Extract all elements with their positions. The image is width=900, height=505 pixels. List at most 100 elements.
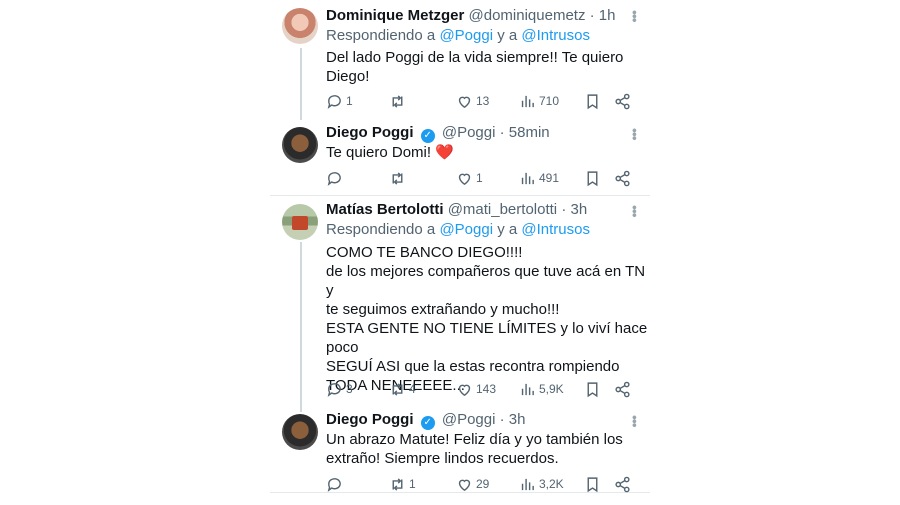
author-handle[interactable]: @mati_bertolotti (448, 201, 557, 218)
views-icon (521, 95, 534, 107)
tweet-time[interactable]: · 1h (590, 7, 616, 24)
mention-link[interactable]: @Intrusos (521, 221, 590, 238)
tweet-text: COMO TE BANCO DIEGO!!!! de los mejores c… (326, 243, 648, 395)
bookmark-icon (587, 93, 598, 109)
author-handle[interactable]: @Poggi (442, 411, 496, 428)
like-button[interactable]: 1 (456, 168, 483, 188)
more-icon[interactable]: ••• (627, 205, 643, 217)
retweet-icon (392, 382, 403, 396)
more-icon[interactable]: ••• (627, 128, 643, 140)
thread-line (300, 242, 302, 412)
retweet-button[interactable]: 1 (389, 474, 416, 494)
bookmark-icon (587, 476, 598, 492)
retweet-button[interactable] (389, 168, 409, 188)
author-name[interactable]: Matías Bertolotti (326, 201, 444, 218)
tweet-text: Un abrazo Matute! Feliz día y yo también… (326, 430, 648, 468)
tweet-text-line: Del lado Poggi de la vida siempre!! Te q… (326, 49, 624, 66)
thread-line (300, 48, 302, 120)
tweet-thread: Dominique Metzger @dominiquemetz · 1h ••… (270, 0, 650, 493)
avatar[interactable] (282, 414, 318, 450)
bookmark-icon (587, 381, 598, 397)
views-count: 5,9K (539, 382, 564, 396)
reply-button[interactable]: 1 (326, 91, 353, 111)
like-button[interactable]: 143 (456, 379, 496, 399)
bookmark-button[interactable] (584, 168, 601, 188)
reply-button[interactable] (326, 168, 346, 188)
retweet-button[interactable]: 4 (389, 379, 416, 399)
tweet-text-line: extraño! Siempre lindos recuerdos. (326, 450, 559, 467)
replying-joiner: y a (497, 221, 518, 238)
views-button[interactable]: 3,2K (519, 474, 564, 494)
views-count: 491 (539, 171, 560, 185)
author-handle[interactable]: @dominiquemetz (469, 7, 586, 24)
reply-count: 3 (346, 382, 353, 396)
share-icon (615, 93, 630, 109)
reply-button[interactable] (326, 474, 346, 494)
reply-button[interactable]: 3 (326, 379, 353, 399)
tweet-text: Te quiero Domi! ❤️ (326, 143, 648, 162)
reply-icon (327, 94, 341, 109)
views-button[interactable]: 5,9K (519, 379, 564, 399)
share-button[interactable] (614, 474, 631, 494)
share-button[interactable] (614, 91, 631, 111)
tweet-header: Diego Poggi ✓ @Poggi · 58min (326, 123, 550, 143)
reply-icon (327, 477, 341, 492)
views-button[interactable]: 491 (519, 168, 559, 188)
bookmark-button[interactable] (584, 379, 601, 399)
share-icon (615, 170, 630, 186)
tweet-time[interactable]: · 3h (500, 411, 526, 428)
author-handle[interactable]: @Poggi (442, 124, 496, 141)
views-button[interactable]: 710 (519, 91, 559, 111)
mention-link[interactable]: @Intrusos (521, 27, 590, 44)
heart-icon (458, 384, 471, 396)
reply-icon (327, 171, 341, 186)
verified-badge-icon: ✓ (420, 129, 435, 143)
reply-count: 1 (346, 94, 353, 108)
tweet-header: Matías Bertolotti @mati_bertolotti · 3h (326, 200, 587, 220)
author-name[interactable]: Dominique Metzger (326, 7, 464, 24)
mention-link[interactable]: @Poggi (439, 27, 493, 44)
replying-to: Respondiendo a @Poggi y a @Intrusos (326, 26, 590, 46)
more-icon[interactable]: ••• (627, 415, 643, 427)
replying-to: Respondiendo a @Poggi y a @Intrusos (326, 220, 590, 240)
share-button[interactable] (614, 379, 631, 399)
bookmark-button[interactable] (584, 91, 601, 111)
tweet-text: Del lado Poggi de la vida siempre!! Te q… (326, 48, 648, 86)
tweet-time[interactable]: · 3h (561, 201, 587, 218)
tweet-time[interactable]: · 58min (500, 124, 550, 141)
heart-icon (458, 96, 471, 108)
mention-link[interactable]: @Poggi (439, 221, 493, 238)
heart-icon (458, 173, 471, 185)
views-icon (521, 478, 534, 490)
tweet-actions: 1 29 3,2K (326, 474, 636, 494)
like-count: 29 (476, 477, 490, 491)
like-button[interactable]: 29 (456, 474, 489, 494)
tweet-header: Dominique Metzger @dominiquemetz · 1h (326, 6, 616, 26)
retweet-icon (392, 477, 403, 491)
heart-icon (458, 479, 471, 491)
retweet-count: 1 (409, 477, 416, 491)
reply-icon (327, 382, 341, 397)
tweet-actions: 1 13 710 (326, 91, 636, 111)
thread-divider (270, 195, 650, 196)
author-name[interactable]: Diego Poggi (326, 411, 414, 428)
tweet-text-line: Te quiero Domi! (326, 144, 432, 161)
tweet-text-line: ESTA GENTE NO TIENE LÍMITES y lo viví ha… (326, 320, 648, 337)
tweet-actions: 1 491 (326, 168, 636, 188)
heart-emoji: ❤️ (435, 144, 454, 161)
bookmark-button[interactable] (584, 474, 601, 494)
avatar[interactable] (282, 204, 318, 240)
author-name[interactable]: Diego Poggi (326, 124, 414, 141)
like-button[interactable]: 13 (456, 91, 489, 111)
retweet-icon (392, 94, 403, 108)
avatar[interactable] (282, 8, 318, 44)
avatar[interactable] (282, 127, 318, 163)
more-icon[interactable]: ••• (627, 10, 643, 22)
replying-joiner: y a (497, 27, 518, 44)
share-button[interactable] (614, 168, 631, 188)
like-count: 13 (476, 94, 490, 108)
tweet-text-line: COMO TE BANCO DIEGO!!!! (326, 244, 523, 261)
retweet-count: 4 (409, 382, 416, 396)
bookmark-icon (587, 170, 598, 186)
retweet-button[interactable] (389, 91, 409, 111)
